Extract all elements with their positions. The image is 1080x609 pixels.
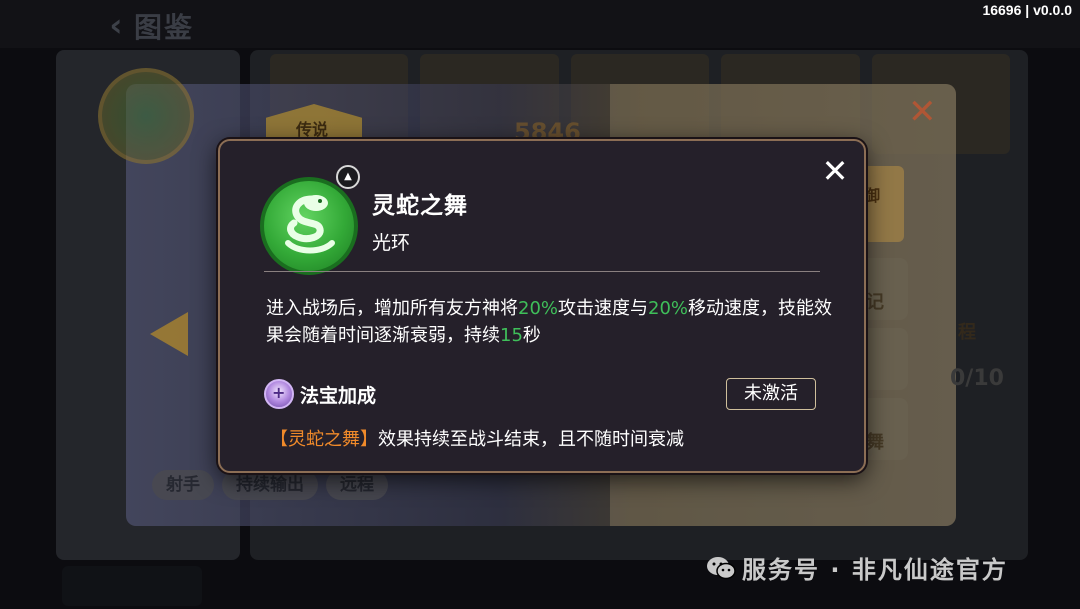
side-button-label: 程 xyxy=(958,322,976,343)
collection-count: 0/10 xyxy=(950,366,1004,391)
fabao-effect: 【灵蛇之舞】效果持续至战斗结束，且不随时间衰减 xyxy=(270,425,684,451)
version-label: 16696 | v0.0.0 xyxy=(982,2,1072,18)
skill-detail-popup: ▲ 灵蛇之舞 光环 ✕ 进入战场后，增加所有友方神将20%攻击速度与20%移动速… xyxy=(218,139,866,473)
effect-text: 效果持续至战斗结束，且不随时间衰减 xyxy=(378,429,684,450)
hero-tag: 射手 xyxy=(152,470,214,500)
desc-value: 20% xyxy=(648,298,689,319)
skill-type: 光环 xyxy=(372,232,411,254)
close-icon[interactable]: ✕ xyxy=(818,155,852,189)
side-button-label: 舞 xyxy=(866,432,884,453)
side-button-label: 记 xyxy=(866,292,884,313)
watermark: 服务号 · 非凡仙途官方 xyxy=(706,549,1008,585)
effect-skill-tag: 【灵蛇之舞】 xyxy=(270,429,378,450)
bottom-decoration xyxy=(62,566,202,606)
desc-text: 进入战场后，增加所有友方神将 xyxy=(266,298,518,319)
hero-tag: 持续输出 xyxy=(222,470,318,500)
fabao-title: 法宝加成 xyxy=(300,385,377,407)
weapon-icon[interactable] xyxy=(98,68,194,164)
hero-tags: 射手 持续输出 远程 xyxy=(152,470,388,500)
stat-label: 御 xyxy=(864,186,881,205)
desc-value: 15 xyxy=(500,325,523,346)
hero-tag: 远程 xyxy=(326,470,388,500)
status-badge: 未激活 xyxy=(726,378,816,410)
skill-description: 进入战场后，增加所有友方神将20%攻击速度与20%移动速度，技能效果会随着时间逐… xyxy=(266,295,836,349)
watermark-text: 服务号 · 非凡仙途官方 xyxy=(742,555,1008,584)
chevron-left-icon[interactable]: ‹ xyxy=(96,6,136,44)
rarity-label: 传说 xyxy=(296,120,329,139)
wechat-icon xyxy=(706,555,736,580)
detail-close-icon[interactable]: ✕ xyxy=(908,92,937,132)
divider xyxy=(264,271,820,272)
snake-skill-icon xyxy=(260,177,358,275)
desc-value: 20% xyxy=(518,298,559,319)
desc-text: 攻击速度与 xyxy=(558,298,649,319)
top-bar: ‹ 图鉴 16696 | v0.0.0 xyxy=(0,0,1080,48)
skill-name: 灵蛇之舞 xyxy=(372,193,468,219)
desc-text: 秒 xyxy=(522,325,541,346)
prev-arrow-icon[interactable] xyxy=(150,312,188,356)
page-title: 图鉴 xyxy=(134,11,195,44)
collapse-icon[interactable]: ▲ xyxy=(336,165,360,189)
fabao-icon: + xyxy=(264,379,294,409)
